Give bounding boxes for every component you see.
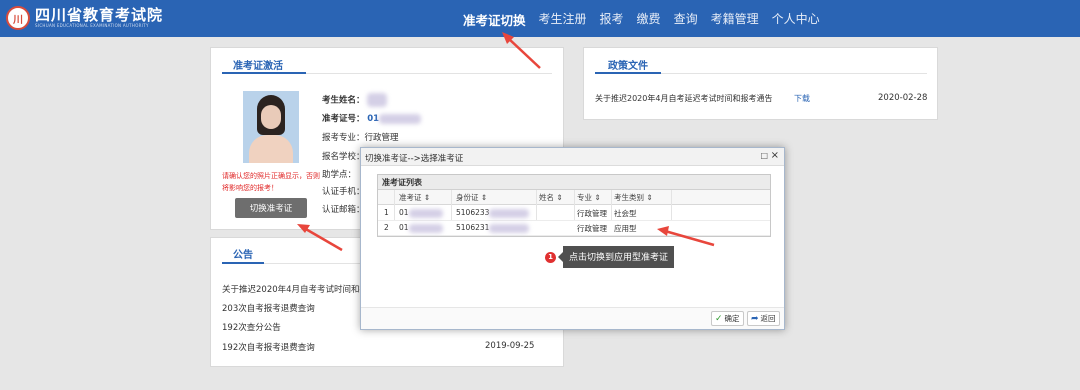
annotation-arrows	[297, 32, 715, 252]
